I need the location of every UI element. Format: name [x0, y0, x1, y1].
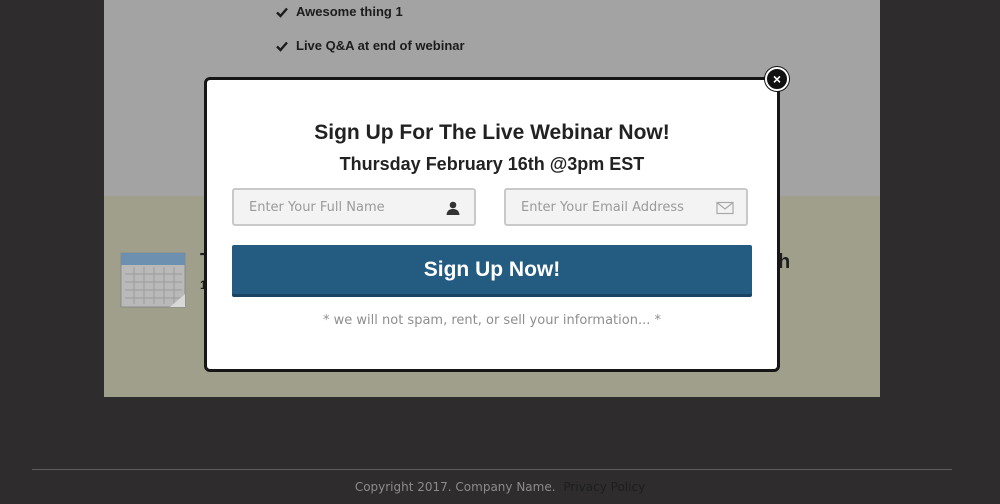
calendar-icon — [120, 252, 186, 308]
full-name-field[interactable] — [232, 188, 476, 226]
full-name-input[interactable] — [234, 190, 474, 224]
user-icon — [446, 201, 460, 215]
close-icon: × — [772, 71, 782, 87]
close-modal-button[interactable]: × — [765, 67, 789, 91]
privacy-disclaimer: * we will not spam, rent, or sell your i… — [323, 313, 661, 328]
footer-divider — [32, 469, 952, 470]
copyright-text: Copyright 2017. Company Name. — [354, 480, 556, 494]
sign-up-button[interactable]: Sign Up Now! — [232, 245, 752, 297]
bullet-item: Awesome thing 1 — [276, 4, 403, 19]
envelope-icon — [716, 201, 734, 215]
privacy-policy-link[interactable]: Privacy Policy — [563, 480, 645, 494]
bullet-text: Awesome thing 1 — [296, 4, 403, 19]
email-input[interactable] — [506, 190, 746, 224]
checkmark-icon — [276, 7, 288, 18]
footer: Copyright 2017. Company Name. Privacy Po… — [0, 480, 1000, 494]
modal-title: Sign Up For The Live Webinar Now! — [314, 121, 670, 144]
modal-subtitle: Thursday February 16th @3pm EST — [339, 154, 645, 174]
signup-modal: Sign Up For The Live Webinar Now! Thursd… — [204, 77, 780, 372]
checkmark-icon — [276, 41, 288, 52]
bullet-text: Live Q&A at end of webinar — [296, 38, 465, 53]
bullet-item: Live Q&A at end of webinar — [276, 38, 465, 53]
email-field[interactable] — [504, 188, 748, 226]
